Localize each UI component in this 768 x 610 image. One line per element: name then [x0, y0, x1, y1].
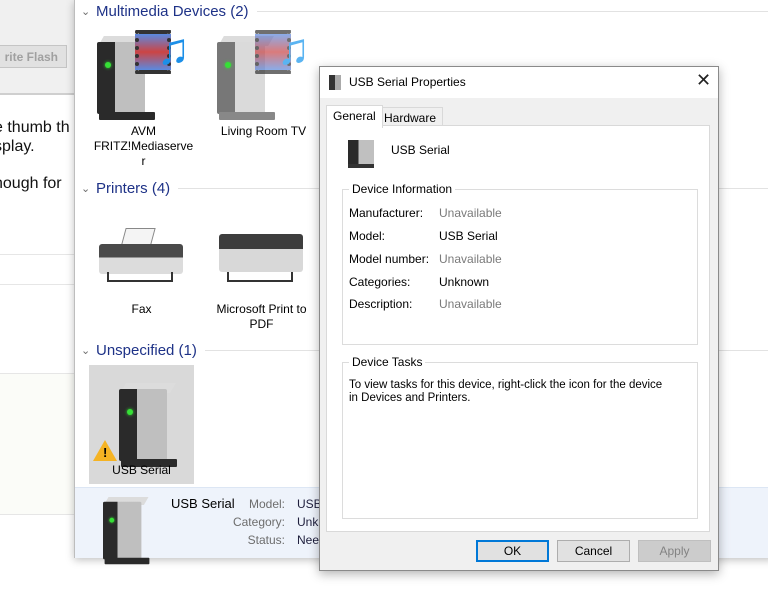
device-icon [348, 140, 374, 168]
chevron-down-icon[interactable]: ⌄ [81, 5, 95, 18]
apply-button[interactable]: Apply [638, 540, 711, 562]
background-panel [0, 373, 80, 515]
device-warning-icon [329, 75, 341, 90]
device-item-microsoft-print-to-pdf[interactable]: Microsoft Print to PDF [209, 222, 314, 332]
cancel-button[interactable]: Cancel [557, 540, 630, 562]
details-label: Status: [247, 533, 285, 547]
device-item-living-room-tv[interactable]: ♫ Living Room TV [211, 28, 316, 138]
printer-icon [219, 226, 303, 286]
device-label: USB Serial [112, 463, 171, 477]
device-label: Fax [131, 302, 152, 316]
device-item-fax[interactable]: Fax [89, 222, 194, 327]
general-tab-panel: USB Serial Device Information Manufactur… [326, 125, 710, 532]
title-bar[interactable]: USB Serial Properties ✕ [320, 67, 718, 98]
details-label: Model: [248, 497, 285, 511]
details-value: USB [297, 497, 322, 511]
details-label: Category: [232, 515, 285, 529]
device-item-usb-serial[interactable]: ! USB Serial [89, 365, 194, 484]
device-label: Microsoft Print to PDF [216, 302, 307, 331]
ok-button[interactable]: OK [476, 540, 549, 562]
device-tasks-group: Device Tasks To view tasks for this devi… [342, 355, 698, 519]
tab-general[interactable]: General [326, 105, 383, 128]
background-text: e thumb th [0, 119, 70, 136]
group-title: Device Information [349, 182, 456, 196]
device-name: USB Serial [391, 143, 450, 157]
dialog-title: USB Serial Properties [349, 75, 466, 89]
fax-icon [99, 226, 183, 286]
chevron-down-icon[interactable]: ⌄ [81, 182, 95, 195]
chevron-down-icon[interactable]: ⌄ [81, 344, 95, 357]
info-row-description: Description: Unavailable [349, 297, 502, 311]
group-title: Device Tasks [349, 355, 426, 369]
divider [0, 254, 80, 255]
background-toolbar: rite Flash [0, 0, 80, 95]
info-row-model: Model: USB Serial [349, 229, 498, 243]
divider [0, 284, 80, 285]
write-flash-button[interactable]: rite Flash [0, 45, 67, 68]
device-label: AVM FRITZ!Mediaserve r [93, 124, 194, 168]
warning-icon: ! [93, 440, 117, 461]
info-row-categories: Categories: Unknown [349, 275, 490, 289]
close-icon[interactable]: ✕ [696, 70, 711, 91]
info-row-manufacturer: Manufacturer: Unavailable [349, 206, 502, 220]
device-icon [119, 383, 177, 467]
device-tasks-text: To view tasks for this device, right-cli… [349, 379, 663, 404]
properties-dialog: USB Serial Properties ✕ General Hardware… [319, 66, 719, 571]
device-item-avm[interactable]: ♫ AVM FRITZ!Mediaserve r [91, 28, 196, 169]
background-text: hough for [0, 175, 62, 192]
device-icon [103, 497, 150, 565]
group-header-multimedia[interactable]: ⌄ Multimedia Devices (2) [81, 1, 768, 21]
info-row-model-number: Model number: Unavailable [349, 252, 502, 266]
background-text: splay. [0, 138, 35, 155]
device-label: Living Room TV [220, 124, 307, 138]
device-information-group: Device Information Manufacturer: Unavaila… [342, 182, 698, 345]
